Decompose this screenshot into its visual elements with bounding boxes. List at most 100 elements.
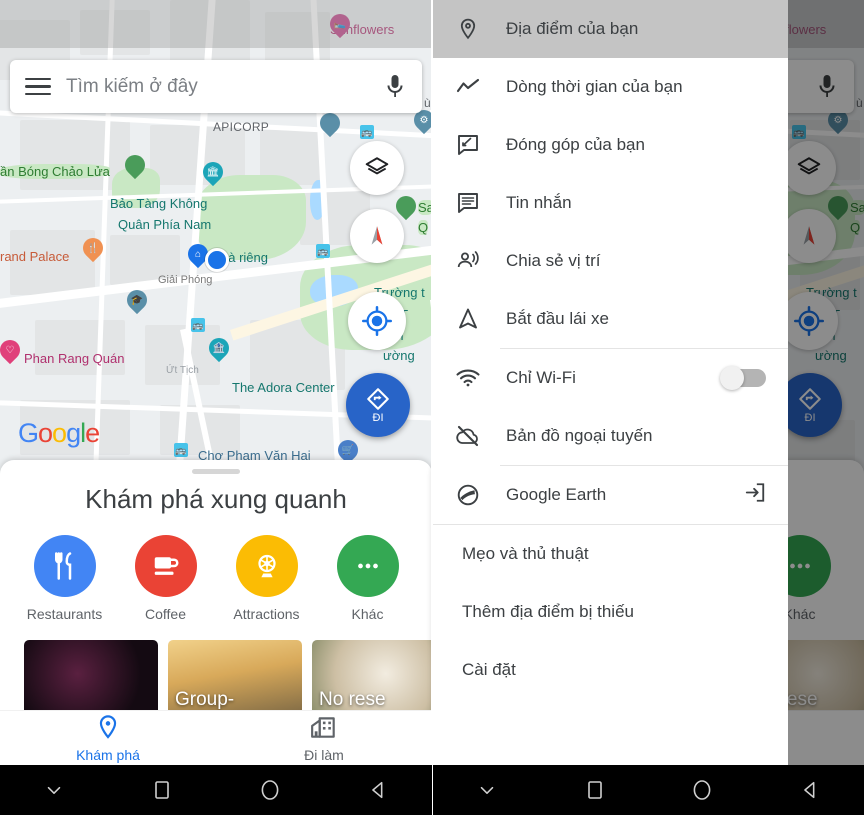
chevron-down-icon[interactable] xyxy=(464,765,510,815)
place-pin-icon xyxy=(456,17,506,41)
tab-explore[interactable]: Khám phá xyxy=(0,714,216,763)
thumbnail-row: Group- No rese xyxy=(0,640,432,715)
android-nav-left[interactable] xyxy=(0,765,432,815)
map-pin-favorite[interactable]: ♡ xyxy=(0,335,25,366)
map-pin-restaurant[interactable]: 🍴 xyxy=(78,233,108,264)
category-restaurants[interactable]: Restaurants xyxy=(23,535,107,622)
home-circle-icon[interactable] xyxy=(247,765,293,815)
category-label: Attractions xyxy=(233,606,300,622)
sheet-grabber[interactable] xyxy=(192,469,240,474)
place-thumbnail[interactable] xyxy=(24,640,158,715)
map-label: APICORP xyxy=(213,120,270,134)
offline-maps-icon xyxy=(456,424,506,448)
commute-building-icon xyxy=(216,714,432,745)
search-input[interactable]: Tìm kiếm ở đây xyxy=(66,76,368,98)
map-pin-generic[interactable] xyxy=(315,108,345,139)
phone-screenshot: Sunflowers APICORP ần Bóng Chảo Lửa Bảo Tàn… xyxy=(0,0,864,815)
map-label: ù xyxy=(424,96,431,110)
google-watermark: Google xyxy=(18,418,100,448)
map-transit-icon: 🚌 xyxy=(360,125,374,139)
coffee-icon xyxy=(134,535,197,597)
recents-square-icon[interactable] xyxy=(572,765,618,815)
drawer-item-6[interactable]: Chỉ Wi-Fi xyxy=(432,349,788,407)
drawer-item-label: Đóng góp của bạn xyxy=(506,135,645,154)
my-location-button[interactable] xyxy=(348,292,406,350)
category-row: Restaurants Coffee Attractions Khác xyxy=(0,535,432,622)
map-label: Phan Rang Quán xyxy=(24,351,125,366)
drawer-item-5[interactable]: Bắt đầu lái xe xyxy=(432,290,788,348)
explore-pin-icon xyxy=(0,714,216,745)
drawer-item-label: Tin nhắn xyxy=(506,193,572,212)
map-label: The Adora Center xyxy=(232,380,335,395)
drawer-item-7[interactable]: Bản đồ ngoại tuyến xyxy=(432,407,788,465)
drawer-item-0[interactable]: Địa điểm của bạn xyxy=(432,0,788,58)
start-driving-icon xyxy=(456,307,506,331)
category-attractions[interactable]: Attractions xyxy=(225,535,309,622)
map-label: ần Bóng Chảo Lửa xyxy=(0,164,110,179)
messages-icon xyxy=(456,191,506,215)
map-compass-button[interactable] xyxy=(350,209,404,263)
place-thumbnail[interactable]: No rese xyxy=(312,640,432,715)
drawer-item-4[interactable]: Chia sẻ vị trí xyxy=(432,232,788,290)
more-icon xyxy=(336,535,399,597)
map-label: Giải Phóng xyxy=(158,274,213,286)
map-pin-park[interactable] xyxy=(120,150,150,181)
map-label: Q xyxy=(418,220,429,235)
drawer-text-item-9[interactable]: Mẹo và thủ thuật xyxy=(432,525,788,583)
share-location-icon xyxy=(456,249,506,273)
drawer-item-3[interactable]: Tin nhắn xyxy=(432,174,788,232)
drawer-item-label: Bản đồ ngoại tuyến xyxy=(506,426,653,445)
android-nav-right[interactable] xyxy=(432,765,864,815)
microphone-icon[interactable] xyxy=(368,73,422,101)
map-pin-mall[interactable]: 🏦 xyxy=(204,333,234,364)
screenshot-seam xyxy=(431,0,433,765)
tab-label: Đi làm xyxy=(304,746,344,763)
category-label: Restaurants xyxy=(26,606,103,622)
directions-go-button[interactable]: ĐI xyxy=(346,373,410,437)
category-label: Khác xyxy=(351,606,384,622)
drawer-text-item-10[interactable]: Thêm địa điểm bị thiếu xyxy=(432,583,788,641)
wifi-only-toggle[interactable] xyxy=(720,366,766,390)
home-circle-icon[interactable] xyxy=(679,765,725,815)
toggle-thumb xyxy=(720,366,744,390)
drawer-item-label: Chia sẻ vị trí xyxy=(506,251,601,270)
drawer-item-8[interactable]: Google Earth xyxy=(432,466,788,524)
back-triangle-icon[interactable] xyxy=(787,765,833,815)
restaurant-icon xyxy=(33,535,96,597)
category-khác[interactable]: Khác xyxy=(326,535,410,622)
back-triangle-icon[interactable] xyxy=(355,765,401,815)
drawer-item-2[interactable]: Đóng góp của bạn xyxy=(432,116,788,174)
map-label: ường xyxy=(383,348,415,363)
drawer-item-label: Dòng thời gian của bạn xyxy=(506,77,683,96)
timeline-icon xyxy=(456,75,506,99)
map-pin-school[interactable]: 🎓 xyxy=(122,285,152,316)
category-coffee[interactable]: Coffee xyxy=(124,535,208,622)
drawer-item-label: Bắt đầu lái xe xyxy=(506,309,610,328)
attractions-icon xyxy=(235,535,298,597)
drawer-item-1[interactable]: Dòng thời gian của bạn xyxy=(432,58,788,116)
wifi-icon xyxy=(456,366,506,390)
map-pin-museum[interactable]: 🏛 xyxy=(198,157,228,188)
go-button-label: ĐI xyxy=(372,412,384,424)
map-label: Quân Phía Nam xyxy=(118,217,212,232)
current-location-dot xyxy=(205,248,229,272)
map-block xyxy=(35,320,125,375)
sheet-title: Khám phá xung quanh xyxy=(85,484,347,514)
android-navigation-bar xyxy=(0,765,864,815)
tab-commute[interactable]: Đi làm xyxy=(216,714,432,763)
bottom-tab-bar[interactable]: Khám phá Đi làm xyxy=(0,710,432,765)
google-earth-icon xyxy=(456,483,506,507)
map-pin-park2[interactable] xyxy=(391,191,421,222)
recents-square-icon[interactable] xyxy=(139,765,185,815)
drawer-text-item-11[interactable]: Cài đặt xyxy=(432,641,788,699)
category-label: Coffee xyxy=(145,606,186,622)
search-bar[interactable]: Tìm kiếm ở đây xyxy=(10,60,422,113)
launch-icon[interactable] xyxy=(744,482,766,509)
map-layers-button[interactable] xyxy=(350,141,404,195)
chevron-down-icon[interactable] xyxy=(31,765,77,815)
contribute-icon xyxy=(456,133,506,157)
place-thumbnail[interactable]: Group- xyxy=(168,640,302,715)
map-transit-icon: 🚌 xyxy=(316,244,330,258)
hamburger-icon[interactable] xyxy=(10,77,66,96)
navigation-drawer[interactable]: Địa điểm của bạn Dòng thời gian của bạn Đó… xyxy=(432,0,788,765)
